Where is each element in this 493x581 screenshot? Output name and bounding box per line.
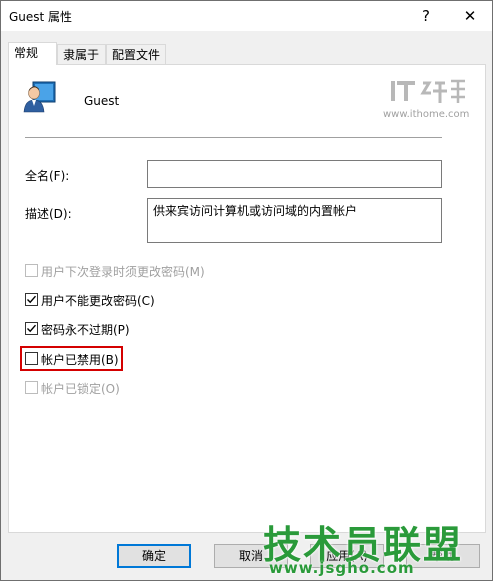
ithome-logo — [389, 75, 469, 110]
tab-general[interactable]: 常规 — [8, 42, 57, 65]
checkmark-icon — [27, 295, 37, 304]
fullname-label: 全名(F): — [25, 169, 70, 183]
divider — [25, 137, 442, 138]
checkmark-icon — [27, 324, 37, 333]
cannot-change-password-checkbox[interactable] — [25, 293, 38, 306]
tab-member-of[interactable]: 隶属于 — [57, 44, 106, 64]
description-label: 描述(D): — [25, 207, 72, 221]
account-locked-checkbox[interactable] — [25, 381, 38, 394]
must-change-password-checkbox[interactable] — [25, 264, 38, 277]
help-button[interactable]: ? — [404, 1, 448, 31]
password-never-expires-label: 密码永不过期(P) — [41, 323, 130, 337]
user-icon — [23, 81, 57, 116]
must-change-password-label: 用户下次登录时须更改密码(M) — [41, 265, 205, 279]
window-title: Guest 属性 — [9, 10, 73, 24]
fullname-field[interactable] — [147, 160, 442, 188]
tab-profile[interactable]: 配置文件 — [106, 44, 166, 64]
jsgho-url: www.jsgho.com — [269, 559, 415, 577]
cannot-change-password-label: 用户不能更改密码(C) — [41, 294, 155, 308]
properties-dialog: Guest 属性 ? ✕ 常规 隶属于 配置文件 Guest www.ithom… — [0, 0, 493, 581]
title-bar: Guest 属性 ? ✕ — [1, 1, 492, 31]
account-locked-label: 帐户已锁定(O) — [41, 382, 120, 396]
ok-button[interactable]: 确定 — [117, 544, 191, 568]
user-name: Guest — [84, 94, 120, 108]
highlight-box — [20, 346, 123, 371]
close-button[interactable]: ✕ — [448, 1, 492, 31]
ithome-url: www.ithome.com — [383, 109, 470, 120]
description-field[interactable]: 供来宾访问计算机或访问域的内置帐户 — [147, 198, 442, 243]
password-never-expires-checkbox[interactable] — [25, 322, 38, 335]
